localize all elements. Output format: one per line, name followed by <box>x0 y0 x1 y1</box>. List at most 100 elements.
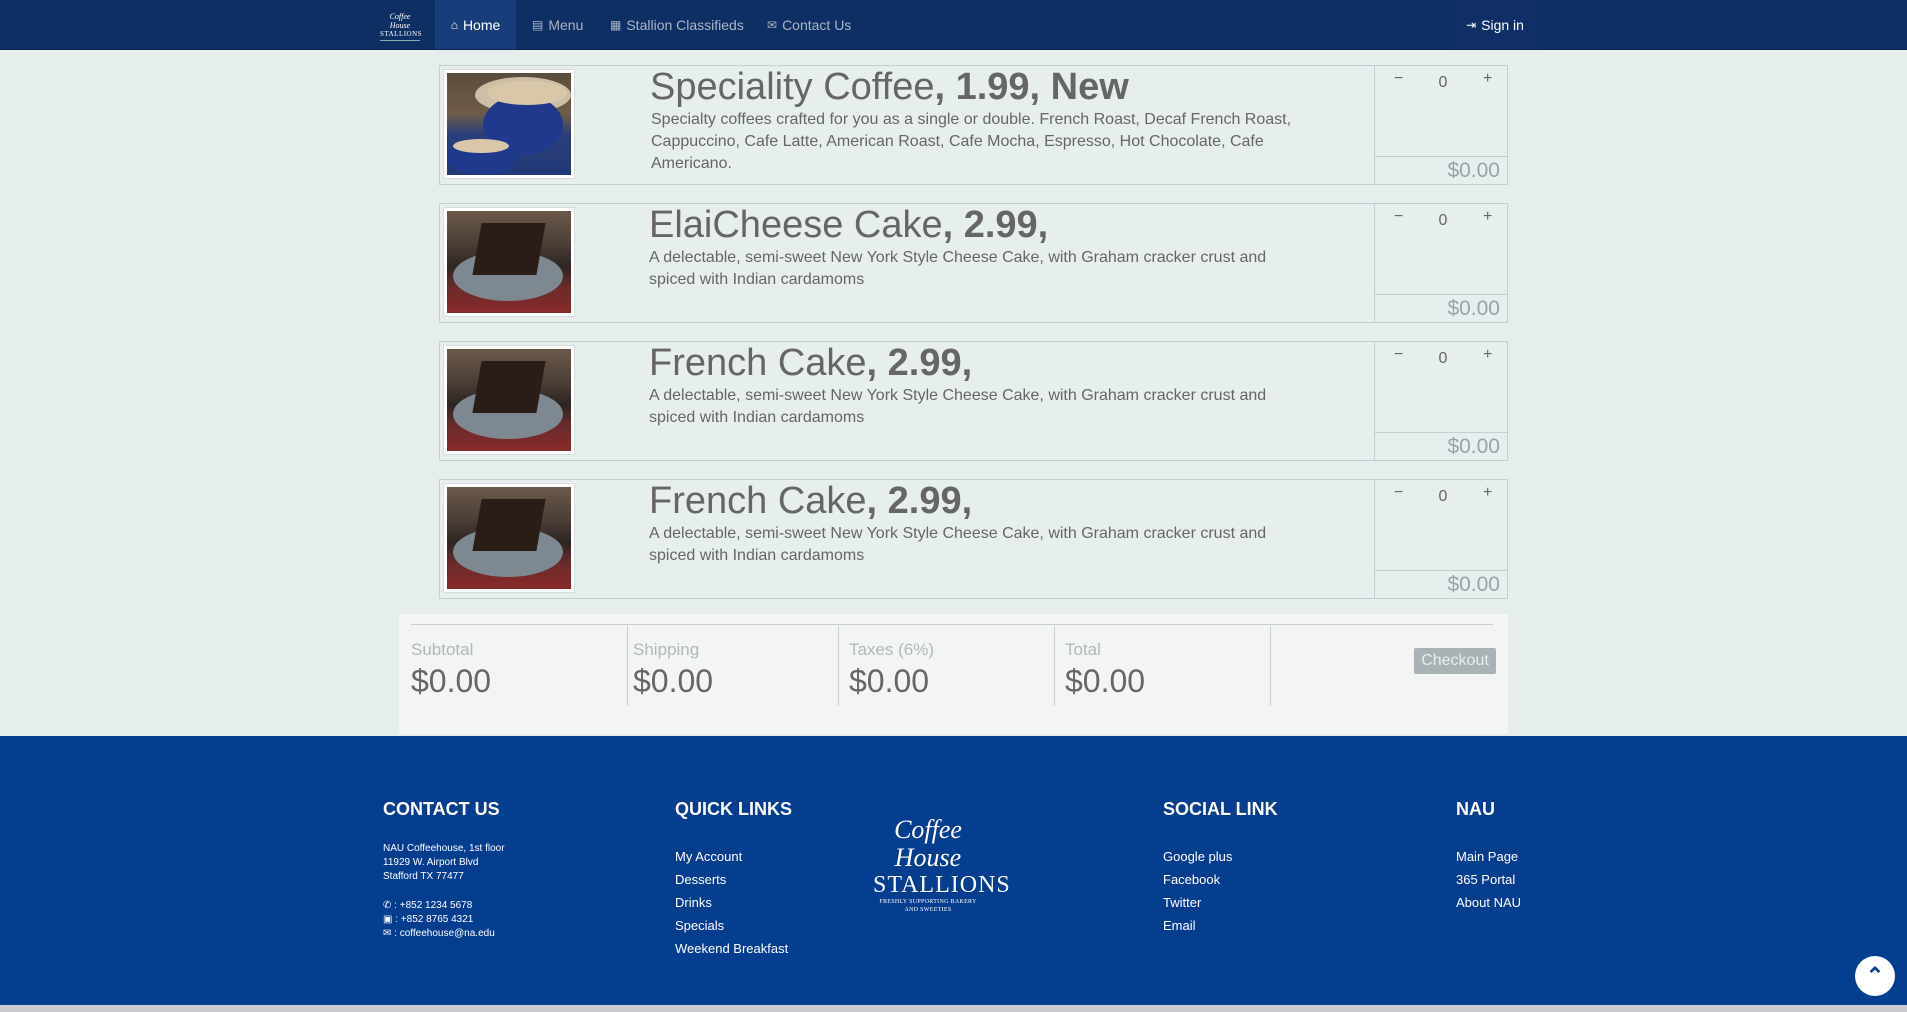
taxes-value: $0.00 <box>849 663 930 699</box>
product-meta: , 2.99, <box>942 204 1049 246</box>
total-label: Total <box>1065 640 1101 659</box>
footer-logo: Coffee House STALLIONS FRESHLY SUPPORTIN… <box>873 816 1011 914</box>
top-navbar: Coffee House STALLIONS ⌂ Home ▤ Menu ▦ S… <box>0 0 1907 50</box>
email-row: ✉ : coffeehouse@na.edu <box>383 927 495 941</box>
product-title: French Cake, 2.99, <box>649 342 972 385</box>
sign-in-icon: ⇥ <box>1466 17 1477 32</box>
cake-slice <box>472 223 546 275</box>
footer-link-365-portal[interactable]: 365 Portal <box>1456 868 1521 891</box>
product-thumbnail <box>443 345 575 455</box>
summary-divider <box>411 624 1493 625</box>
product-title: ElaiCheese Cake, 2.99, <box>649 204 1048 247</box>
decrease-quantity-button[interactable]: − <box>1394 70 1403 88</box>
product-description: A delectable, semi-sweet New York Style … <box>649 249 1267 288</box>
nav-contact-us[interactable]: ✉ Contact Us <box>767 0 851 49</box>
phone-row: ✆ : +852 1234 5678 <box>383 899 495 913</box>
quick-links-list: My Account Desserts Drinks Specials Week… <box>675 845 788 960</box>
nav-menu[interactable]: ▤ Menu <box>532 0 583 49</box>
sign-in-button[interactable]: ⇥ Sign in <box>1451 0 1539 49</box>
decrease-quantity-button[interactable]: − <box>1394 208 1403 226</box>
increase-quantity-button[interactable]: + <box>1483 346 1492 364</box>
small-cup-foam <box>453 139 509 153</box>
line-total: $0.00 <box>1375 156 1508 184</box>
product-description: A delectable, semi-sweet New York Style … <box>649 387 1267 426</box>
decrease-quantity-button[interactable]: − <box>1394 484 1403 502</box>
nav-stallion-classifieds[interactable]: ▦ Stallion Classifieds <box>610 0 744 49</box>
nav-menu-label: Menu <box>548 16 584 33</box>
footer-link-drinks[interactable]: Drinks <box>675 891 788 914</box>
brand-logo[interactable]: Coffee House STALLIONS <box>380 12 423 41</box>
shipping-label: Shipping <box>633 640 700 659</box>
product-card: French Cake, 2.99, A delectable, semi-sw… <box>439 341 1508 461</box>
footer-link-specials[interactable]: Specials <box>675 914 788 937</box>
total-value: $0.00 <box>1065 663 1146 699</box>
footer-link-twitter[interactable]: Twitter <box>1163 891 1232 914</box>
quantity-value[interactable]: 0 <box>1433 488 1453 506</box>
cake-photo <box>447 487 571 589</box>
subtotal-label: Subtotal <box>411 640 474 659</box>
brand-underline <box>380 40 420 41</box>
scroll-to-top-button[interactable]: ⌃ <box>1855 956 1895 996</box>
cup-foam <box>487 81 567 105</box>
increase-quantity-button[interactable]: + <box>1483 70 1492 88</box>
line-total: $0.00 <box>1375 294 1508 322</box>
footer-logo-tagline: FRESHLY SUPPORTING BAKERY AND SWEETIES <box>879 899 977 913</box>
increase-quantity-button[interactable]: + <box>1483 484 1492 502</box>
product-meta: , 2.99, <box>866 342 973 384</box>
envelope-icon: ✉ <box>767 17 778 32</box>
brand-line-2: STALLIONS <box>380 30 423 38</box>
quantity-stepper: − 0 + $0.00 <box>1374 480 1508 598</box>
line-total: $0.00 <box>1375 432 1508 460</box>
quantity-stepper: − 0 + $0.00 <box>1374 204 1508 322</box>
address-line: Stafford TX 77477 <box>383 871 464 882</box>
menu-list-icon: ▤ <box>532 17 544 32</box>
product-card: Speciality Coffee, 1.99, New Specialty c… <box>439 65 1508 185</box>
nav-home[interactable]: ⌂ Home <box>435 0 516 49</box>
footer-link-facebook[interactable]: Facebook <box>1163 868 1232 891</box>
bottom-scrollbar[interactable] <box>0 1005 1907 1012</box>
product-name: ElaiCheese Cake <box>649 204 943 246</box>
contact-details: ✆ : +852 1234 5678 ▣ : +852 8765 4321 ✉ … <box>383 899 495 941</box>
product-card: French Cake, 2.99, A delectable, semi-sw… <box>439 479 1508 599</box>
product-meta: , 2.99, <box>866 480 973 522</box>
checkout-button[interactable]: Checkout <box>1414 648 1496 674</box>
footer-link-email[interactable]: Email <box>1163 914 1232 937</box>
address-line: 11929 W. Airport Blvd <box>383 857 479 868</box>
nav-contact-label: Contact Us <box>782 16 852 33</box>
increase-quantity-button[interactable]: + <box>1483 208 1492 226</box>
product-title: Speciality Coffee, 1.99, New <box>650 66 1129 109</box>
footer-link-google-plus[interactable]: Google plus <box>1163 845 1232 868</box>
fax-row: ▣ : +852 8765 4321 <box>383 913 495 927</box>
product-name: French Cake <box>649 480 867 522</box>
footer-link-my-account[interactable]: My Account <box>675 845 788 868</box>
shipping-column: Shipping $0.00 <box>621 626 839 706</box>
phone-number: : +852 1234 5678 <box>391 900 473 911</box>
total-column: Total $0.00 <box>1054 626 1271 706</box>
newspaper-icon: ▦ <box>610 17 622 32</box>
email-address[interactable]: : coffeehouse@na.edu <box>391 928 495 939</box>
quantity-value[interactable]: 0 <box>1433 212 1453 230</box>
chevron-up-icon: ⌃ <box>1865 963 1885 988</box>
footer-link-main-page[interactable]: Main Page <box>1456 845 1521 868</box>
cake-slice <box>472 361 546 413</box>
sign-in-label: Sign in <box>1481 16 1524 33</box>
product-description: A delectable, semi-sweet New York Style … <box>649 525 1267 564</box>
home-icon: ⌂ <box>450 17 458 32</box>
order-summary: Subtotal $0.00 Shipping $0.00 Taxes (6%)… <box>399 614 1508 734</box>
decrease-quantity-button[interactable]: − <box>1394 346 1403 364</box>
line-total: $0.00 <box>1375 570 1508 598</box>
shipping-value: $0.00 <box>633 663 714 699</box>
product-thumbnail <box>443 483 575 593</box>
address-line: NAU Coffeehouse, 1st floor <box>383 843 505 854</box>
nau-links-list: Main Page 365 Portal About NAU <box>1456 845 1521 914</box>
coffee-photo <box>447 73 571 175</box>
product-meta: , 1.99, New <box>934 66 1129 108</box>
footer-link-about-nau[interactable]: About NAU <box>1456 891 1521 914</box>
footer-logo-wordmark: STALLIONS <box>873 872 1011 898</box>
product-name: French Cake <box>649 342 867 384</box>
footer-link-weekend-breakfast[interactable]: Weekend Breakfast <box>675 937 788 960</box>
quantity-value[interactable]: 0 <box>1433 350 1453 368</box>
quantity-value[interactable]: 0 <box>1433 74 1453 92</box>
taxes-column: Taxes (6%) $0.00 <box>838 626 1055 706</box>
footer-link-desserts[interactable]: Desserts <box>675 868 788 891</box>
